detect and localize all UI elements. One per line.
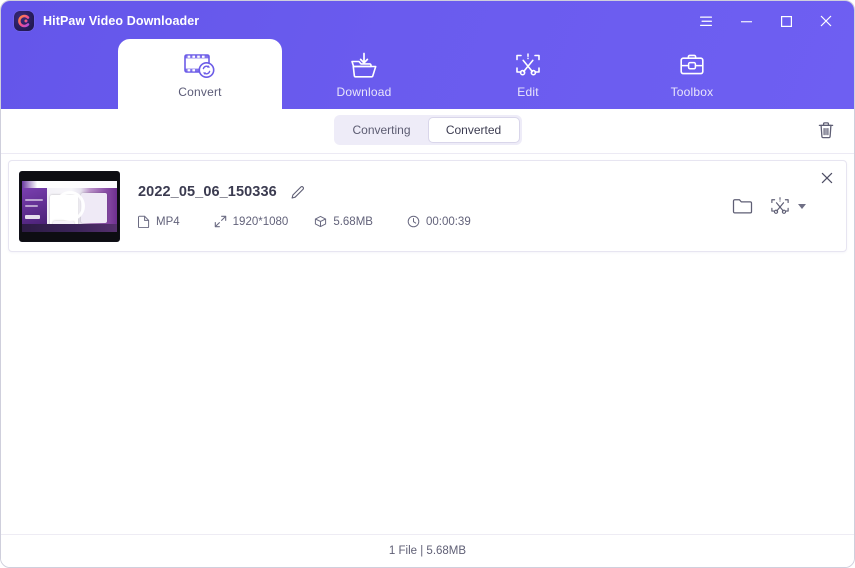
trash-icon[interactable] <box>812 116 840 144</box>
meta-duration: 00:00:39 <box>407 215 471 228</box>
tab-download[interactable]: Download <box>282 39 446 109</box>
folder-download-icon <box>349 49 379 79</box>
clock-icon <box>407 215 420 228</box>
main-tabs: Convert Download Edit Toolbox <box>1 39 854 109</box>
app-title: HitPaw Video Downloader <box>43 14 200 28</box>
meta-value: MP4 <box>156 215 180 228</box>
segment-converted[interactable]: Converted <box>427 117 520 143</box>
video-thumbnail-play-icon[interactable] <box>19 170 120 242</box>
file-list-item[interactable]: 2022_05_06_150336 MP4 1920*1080 5.68MB 0… <box>8 160 847 252</box>
file-row-actions <box>730 194 836 218</box>
edit-action-group <box>768 194 806 218</box>
meta-filesize: 5.68MB <box>314 215 373 228</box>
tab-label: Edit <box>517 85 539 99</box>
file-name: 2022_05_06_150336 <box>138 184 277 200</box>
hitpaw-c-logo-icon <box>14 11 34 31</box>
title-bar: HitPaw Video Downloader <box>1 1 854 41</box>
folder-icon[interactable] <box>730 194 754 218</box>
film-convert-icon <box>184 49 216 79</box>
list-toolbar: Converting Converted <box>1 109 854 154</box>
meta-value: 5.68MB <box>333 215 373 228</box>
pencil-edit-icon[interactable] <box>290 184 306 200</box>
app-window: HitPaw Video Downloader Convert Download… <box>0 0 855 568</box>
chevron-down-icon[interactable] <box>798 203 806 209</box>
close-icon[interactable] <box>806 6 846 36</box>
tab-convert[interactable]: Convert <box>118 39 282 109</box>
status-bar: 1 File | 5.68MB <box>1 534 854 567</box>
brand: HitPaw Video Downloader <box>1 11 199 31</box>
file-meta-row: MP4 1920*1080 5.68MB 00:00:39 <box>138 215 730 228</box>
file-name-row: 2022_05_06_150336 <box>138 184 730 200</box>
resolution-icon <box>214 215 227 228</box>
maximize-icon[interactable] <box>766 6 806 36</box>
window-controls <box>686 1 846 41</box>
meta-value: 1920*1080 <box>232 215 289 228</box>
filesize-icon <box>314 215 327 228</box>
crop-scissors-icon[interactable] <box>768 194 792 218</box>
meta-format: MP4 <box>138 215 180 228</box>
status-filter-segmented-control: Converting Converted <box>333 115 522 145</box>
tab-toolbox[interactable]: Toolbox <box>610 39 774 109</box>
tab-label: Toolbox <box>670 85 714 99</box>
segment-converting[interactable]: Converting <box>336 117 428 143</box>
file-info: 2022_05_06_150336 MP4 1920*1080 5.68MB 0… <box>120 184 730 228</box>
tab-label: Download <box>336 85 392 99</box>
file-list-area: 2022_05_06_150336 MP4 1920*1080 5.68MB 0… <box>1 154 854 536</box>
crop-scissors-icon <box>513 49 543 79</box>
tab-label: Convert <box>178 85 222 99</box>
meta-resolution: 1920*1080 <box>214 215 289 228</box>
hamburger-menu-icon[interactable] <box>686 6 726 36</box>
meta-value: 00:00:39 <box>425 215 471 228</box>
minimize-icon[interactable] <box>726 6 766 36</box>
toolbox-icon <box>678 49 706 79</box>
status-summary: 1 File | 5.68MB <box>388 545 467 557</box>
file-icon <box>138 215 150 228</box>
tab-edit[interactable]: Edit <box>446 39 610 109</box>
app-header: HitPaw Video Downloader Convert Download… <box>1 1 854 109</box>
remove-file-close-icon[interactable] <box>818 169 836 187</box>
